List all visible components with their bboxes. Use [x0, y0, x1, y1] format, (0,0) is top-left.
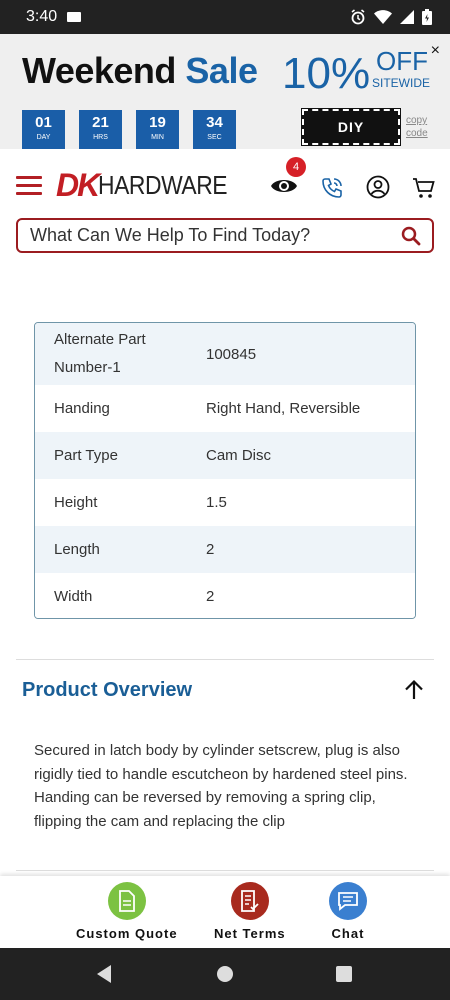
- promo-sitewide: SITEWIDE: [372, 76, 431, 90]
- spec-key: Handing: [54, 399, 110, 417]
- spec-value: 1.5: [206, 494, 227, 511]
- site-header: DK HARDWARE: [0, 149, 450, 219]
- copy-code-link[interactable]: copy code: [406, 114, 428, 140]
- logo-hardware: HARDWARE: [98, 170, 228, 200]
- spec-value: Right Hand, Reversible: [206, 400, 361, 417]
- bottom-action-bar: Custom Quote Net Terms Chat: [0, 876, 450, 948]
- countdown-seconds: 34 SEC: [193, 110, 236, 150]
- table-row: Height 1.5: [35, 479, 415, 526]
- menu-icon[interactable]: [16, 176, 42, 196]
- spec-key: Height: [54, 493, 98, 511]
- spec-key: Part Type: [54, 446, 118, 464]
- table-row: Handing Right Hand, Reversible: [35, 385, 415, 432]
- logo-dk: DK: [56, 167, 100, 203]
- net-terms-button[interactable]: Net Terms: [214, 882, 286, 941]
- eye-icon[interactable]: [270, 175, 298, 197]
- countdown-hours: 21 HRS: [79, 110, 122, 150]
- status-time: 3:40: [26, 8, 58, 25]
- countdown-minutes: 19 MIN: [136, 110, 179, 150]
- cart-icon[interactable]: [412, 176, 436, 200]
- system-nav-bar: [0, 948, 450, 1000]
- quote-icon: [107, 882, 146, 920]
- mail-icon: [67, 12, 82, 22]
- close-icon[interactable]: ×: [431, 42, 440, 60]
- divider: [16, 870, 434, 871]
- search-input[interactable]: [30, 225, 396, 246]
- spec-value: 2: [206, 588, 215, 605]
- status-bar: 3:40: [0, 0, 450, 34]
- search-icon[interactable]: [396, 221, 426, 251]
- promo-title-sale: Sale: [185, 50, 258, 91]
- spec-value: 2: [206, 541, 215, 558]
- wifi-icon: [374, 10, 392, 24]
- specifications-table: Alternate Part Number-1 100845 Handing R…: [34, 322, 416, 619]
- countdown-days: 01 DAY: [22, 110, 65, 150]
- divider: [16, 659, 434, 660]
- spec-value: Cam Disc: [206, 447, 272, 464]
- table-row: Part Type Cam Disc: [35, 432, 415, 479]
- promo-off: OFF: [376, 46, 428, 76]
- alarm-icon: [351, 9, 365, 25]
- home-icon[interactable]: [216, 965, 234, 983]
- account-icon[interactable]: [366, 175, 390, 199]
- search-bar: [16, 218, 434, 253]
- promo-banner: Weekend Sale 10% OFF SITEWIDE × 01 DAY 2…: [0, 34, 450, 150]
- chat-icon: [329, 882, 367, 920]
- signal-icon: [400, 10, 414, 24]
- spec-value: 100845: [206, 345, 257, 363]
- spec-key: Alternate Part Number-1: [54, 331, 146, 376]
- promo-title: Weekend Sale: [22, 50, 258, 92]
- spec-key: Width: [54, 587, 93, 605]
- recently-viewed-badge: 4: [286, 157, 306, 177]
- chat-button[interactable]: Chat: [329, 882, 367, 941]
- net-terms-icon: [230, 882, 269, 920]
- custom-quote-button[interactable]: Custom Quote: [76, 882, 178, 941]
- spec-key: Length: [54, 540, 100, 558]
- site-logo[interactable]: DK HARDWARE: [56, 167, 245, 203]
- promo-title-weekend: Weekend: [22, 50, 176, 91]
- product-overview-text: Secured in latch body by cylinder setscr…: [34, 742, 408, 830]
- arrow-up-icon[interactable]: [403, 679, 425, 701]
- phone-icon[interactable]: [320, 176, 344, 200]
- coupon-code[interactable]: DIY: [301, 108, 401, 146]
- table-row: Width 2: [35, 573, 415, 618]
- back-icon[interactable]: [95, 964, 113, 984]
- recents-icon[interactable]: [335, 965, 353, 983]
- table-row: Alternate Part Number-1 100845: [35, 323, 415, 385]
- battery-icon: [422, 9, 432, 25]
- countdown-timer: 01 DAY 21 HRS 19 MIN 34 SEC: [22, 110, 236, 150]
- table-row: Length 2: [35, 526, 415, 573]
- product-overview-heading[interactable]: Product Overview: [22, 679, 192, 702]
- promo-percent: 10%: [282, 49, 371, 98]
